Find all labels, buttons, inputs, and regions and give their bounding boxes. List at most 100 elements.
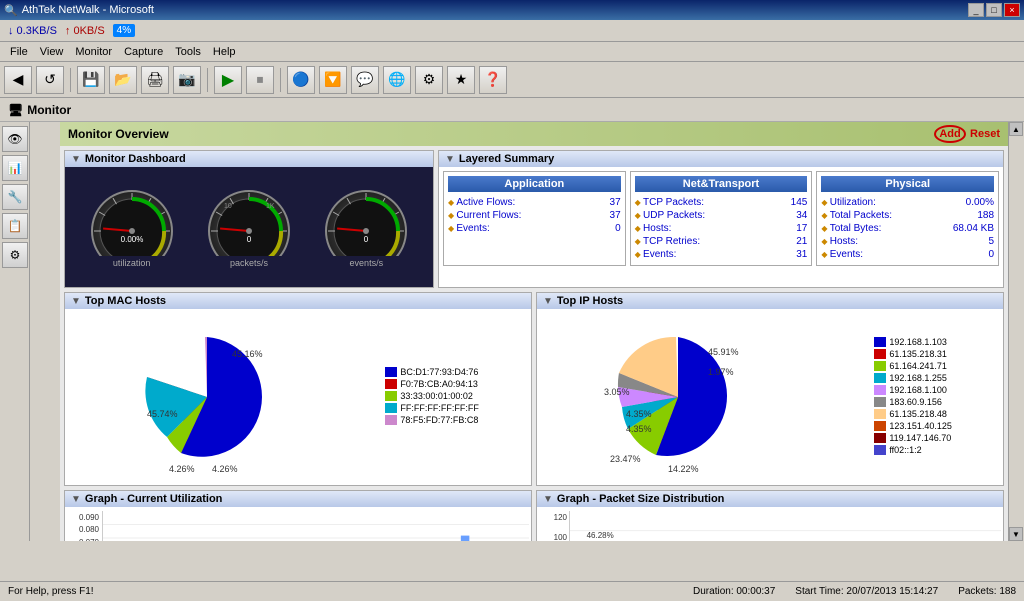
- net-row-3: TCP Retries: 21: [635, 235, 808, 248]
- toolbar-globe[interactable]: 🌐: [383, 66, 411, 94]
- app-key-0[interactable]: Active Flows:: [448, 197, 515, 208]
- util-svg: [103, 511, 529, 541]
- toolbar-refresh[interactable]: ↺: [36, 66, 64, 94]
- toolbar-stop[interactable]: ⏹: [246, 66, 274, 94]
- ip-label-9: ff02::1:2: [889, 445, 921, 455]
- ip-color-9: [874, 445, 886, 455]
- statusbar: For Help, press F1! Duration: 00:00:37 S…: [0, 581, 1024, 601]
- mac-label-3: FF:FF:FF:FF:FF:FF: [400, 403, 478, 413]
- svg-text:4.35%: 4.35%: [626, 409, 652, 419]
- svg-text:45.74%: 45.74%: [147, 409, 178, 419]
- sidebar: 👁 📊 🔧 📋 ⚙: [0, 122, 30, 541]
- scrollbar[interactable]: ▲ ▼: [1008, 122, 1024, 541]
- toolbar-stars[interactable]: ★: [447, 66, 475, 94]
- menu-view[interactable]: View: [34, 44, 70, 60]
- phys-val-0: 0.00%: [966, 197, 994, 208]
- sidebar-btn-list[interactable]: 📋: [2, 213, 28, 239]
- menubar: File View Monitor Capture Tools Help: [0, 42, 1024, 62]
- maximize-button[interactable]: □: [986, 3, 1002, 17]
- net-key-3[interactable]: TCP Retries:: [635, 236, 700, 247]
- app-key-2[interactable]: Events:: [448, 223, 490, 234]
- phys-key-4[interactable]: Events:: [821, 249, 863, 260]
- scroll-down-btn[interactable]: ▼: [1009, 527, 1023, 541]
- toolbar-pie[interactable]: 🔵: [287, 66, 315, 94]
- net-key-1[interactable]: UDP Packets:: [635, 210, 705, 221]
- ip-label-4: 192.168.1.100: [889, 385, 947, 395]
- bandwidth-percent: 4%: [113, 24, 135, 37]
- row1: ▼ Monitor Dashboard: [64, 150, 1004, 288]
- minimize-button[interactable]: _: [968, 3, 984, 17]
- toolbar-camera[interactable]: 📷: [173, 66, 201, 94]
- ip-legend-5: 183.60.9.156: [874, 397, 952, 407]
- menu-file[interactable]: File: [4, 44, 34, 60]
- toolbar-back[interactable]: ◀: [4, 66, 32, 94]
- phys-key-2[interactable]: Total Bytes:: [821, 223, 881, 234]
- dashboard-title: Monitor Dashboard: [85, 153, 186, 165]
- net-row-1: UDP Packets: 34: [635, 209, 808, 222]
- util-y-0: 0.090: [67, 513, 99, 522]
- ip-legend-8: 119.147.146.70: [874, 433, 952, 443]
- sidebar-btn-chart[interactable]: 📊: [2, 155, 28, 181]
- ip-legend-0: 192.168.1.103: [874, 337, 952, 347]
- mac-label-2: 33:33:00:01:00:02: [400, 391, 473, 401]
- phys-key-0[interactable]: Utilization:: [821, 197, 876, 208]
- dashboard-header: ▼ Monitor Dashboard: [65, 151, 433, 167]
- gauge-label-events: events/s: [350, 258, 384, 268]
- sidebar-btn-tool[interactable]: 🔧: [2, 184, 28, 210]
- monitor-bar: 🖥 Monitor: [0, 98, 1024, 122]
- sidebar-btn-gear[interactable]: ⚙: [2, 242, 28, 268]
- col-physical: Physical Utilization: 0.00% Total Packet…: [816, 171, 999, 266]
- add-button[interactable]: Add: [934, 125, 966, 143]
- gauge-label-util: utilization: [113, 258, 151, 268]
- svg-text:0: 0: [247, 235, 252, 244]
- close-button[interactable]: ×: [1004, 3, 1020, 17]
- net-val-4: 31: [796, 249, 807, 260]
- app-row-2: Events: 0: [448, 222, 621, 235]
- svg-text:3.05%: 3.05%: [604, 387, 630, 397]
- mac-label-4: 78:F5:FD:77:FB:C8: [400, 415, 478, 425]
- ip-color-0: [874, 337, 886, 347]
- toolbar-play[interactable]: ▶: [214, 66, 242, 94]
- net-key-4[interactable]: Events:: [635, 249, 677, 260]
- svg-text:1K: 1K: [266, 203, 275, 210]
- menu-capture[interactable]: Capture: [118, 44, 169, 60]
- overview-header: Monitor Overview Add Reset: [60, 122, 1008, 146]
- ip-hosts-title: Top IP Hosts: [557, 295, 623, 307]
- menu-tools[interactable]: Tools: [169, 44, 207, 60]
- net-key-2[interactable]: Hosts:: [635, 223, 672, 234]
- toolbar-filter[interactable]: 🔽: [319, 66, 347, 94]
- mac-color-0: [385, 367, 397, 377]
- toolbar-help[interactable]: ❓: [479, 66, 507, 94]
- phys-row-3: Hosts: 5: [821, 235, 994, 248]
- net-row-4: Events: 31: [635, 248, 808, 261]
- row3: ▼ Graph - Current Utilization 0.090 0.08…: [64, 490, 1004, 541]
- phys-key-3[interactable]: Hosts:: [821, 236, 858, 247]
- status-duration: Duration: 00:00:37: [693, 586, 775, 597]
- net-key-0[interactable]: TCP Packets:: [635, 197, 704, 208]
- menu-monitor[interactable]: Monitor: [69, 44, 118, 60]
- layered-arrow: ▼: [445, 154, 455, 165]
- menu-help[interactable]: Help: [207, 44, 242, 60]
- gauge-utilization: 0.00% utilization: [87, 186, 177, 268]
- mac-hosts-header: ▼ Top MAC Hosts: [65, 293, 531, 309]
- ip-label-3: 192.168.1.255: [889, 373, 947, 383]
- gauge-label-packets: packets/s: [230, 258, 268, 268]
- ip-hosts-panel: ▼ Top IP Hosts: [536, 292, 1004, 486]
- gauge-svg-events: 0: [321, 186, 411, 256]
- ip-color-4: [874, 385, 886, 395]
- toolbar-chat[interactable]: 💬: [351, 66, 379, 94]
- toolbar-sep2: [207, 68, 208, 92]
- sidebar-btn-eye[interactable]: 👁: [2, 126, 28, 152]
- reset-button[interactable]: Reset: [970, 128, 1000, 140]
- toolbar-settings[interactable]: ⚙: [415, 66, 443, 94]
- phys-key-1[interactable]: Total Packets:: [821, 210, 892, 221]
- packet-y-0: 120: [539, 513, 567, 522]
- toolbar-save[interactable]: 💾: [77, 66, 105, 94]
- app-key-1[interactable]: Current Flows:: [448, 210, 521, 221]
- packet-arrow: ▼: [543, 494, 553, 505]
- dashboard-arrow: ▼: [71, 154, 81, 165]
- app-val-0: 37: [610, 197, 621, 208]
- scroll-up-btn[interactable]: ▲: [1009, 122, 1023, 136]
- toolbar-print[interactable]: 🖨: [141, 66, 169, 94]
- toolbar-open[interactable]: 📂: [109, 66, 137, 94]
